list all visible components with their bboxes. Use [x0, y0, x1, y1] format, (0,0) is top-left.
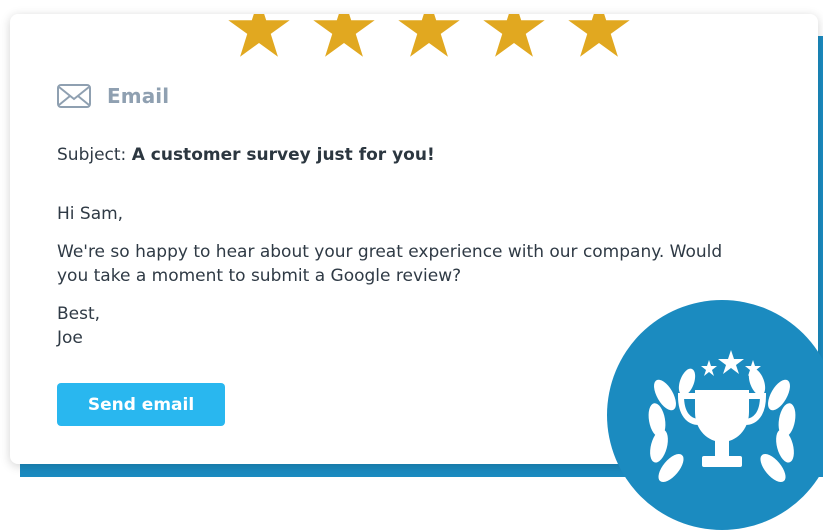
email-body: We're so happy to hear about your great …: [57, 242, 723, 286]
star-icon: [228, 14, 290, 57]
signoff: Best, Joe: [57, 302, 100, 350]
subject-line: Subject: A customer survey just for you!: [57, 145, 435, 165]
star-icon: [483, 14, 545, 57]
subject-label: Subject:: [57, 145, 127, 165]
signoff-line: Best,: [57, 304, 101, 324]
send-email-button[interactable]: Send email: [57, 383, 225, 426]
trophy-badge-icon: [607, 300, 823, 530]
star-icon: [568, 14, 630, 57]
star-icon: [313, 14, 375, 57]
email-title: Email: [107, 84, 170, 108]
subject-value: A customer survey just for you!: [131, 145, 435, 165]
signoff-name: Joe: [57, 328, 83, 348]
greeting: Hi Sam,: [57, 204, 124, 224]
email-header: Email: [57, 81, 169, 111]
rating-stars: [222, 14, 642, 60]
star-icon: [398, 14, 460, 57]
envelope-icon: [57, 84, 91, 108]
